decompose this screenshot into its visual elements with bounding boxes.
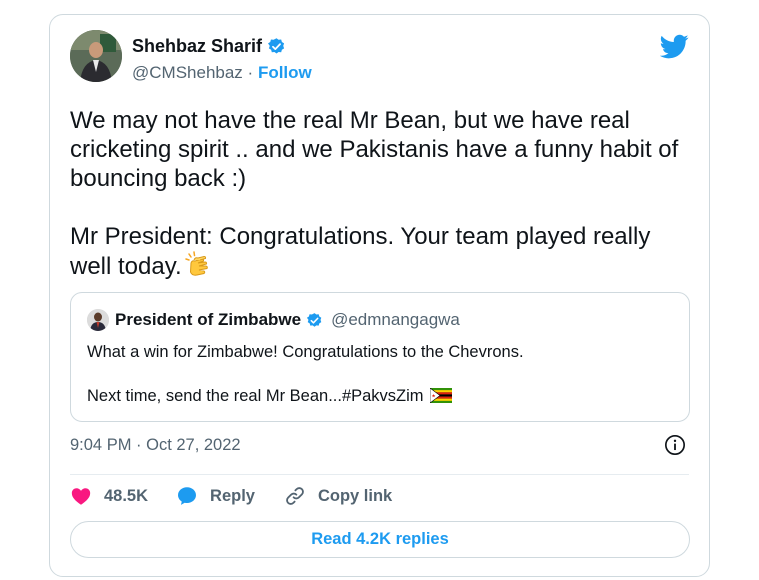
quoted-tweet-text: What a win for Zimbabwe! Congratulations… [87,341,677,407]
reply-button[interactable]: Reply [176,485,255,507]
copy-link-label: Copy link [317,486,393,505]
verified-badge-icon [307,312,322,327]
separator-dot: · [247,63,258,82]
author-name-row: Shehbaz Sharif [132,36,286,57]
reply-label: Reply [210,486,255,505]
info-icon[interactable] [664,434,686,456]
quoted-paragraph: Next time, send the real Mr Bean...#Pakv… [87,385,677,407]
quoted-tweet[interactable]: President of Zimbabwe @edmnangagwa What … [70,292,690,422]
tweet-timestamp[interactable]: 9:04 PM · Oct 27, 2022 [70,436,241,455]
quoted-author-name: President of Zimbabwe [115,310,302,329]
read-replies-button[interactable]: Read 4.2K replies [70,521,690,558]
quoted-paragraph-text: Next time, send the real Mr Bean...#Pakv… [87,387,424,405]
tweet-card: Shehbaz Sharif @CMShehbaz · Follow We ma… [49,14,710,577]
author-name[interactable]: Shehbaz Sharif [132,36,262,57]
tweet-paragraph: Mr President: Congratulations. Your team… [70,222,690,281]
verified-badge-icon [268,38,285,54]
quoted-paragraph: What a win for Zimbabwe! Congratulations… [87,343,524,361]
follow-button[interactable]: Follow [258,63,312,82]
quoted-author-avatar [87,309,109,331]
tweet-paragraph-text: Mr President: Congratulations. Your team… [70,223,651,280]
author-handle-row: @CMShehbaz · Follow [132,63,312,83]
divider [70,474,689,475]
read-replies-label: Read 4.2K replies [311,530,449,548]
tweet-text: We may not have the real Mr Bean, but we… [70,106,690,281]
link-icon [286,487,304,505]
tweet-actions: 48.5K Reply Copy link [70,485,392,507]
tweet-paragraph: We may not have the real Mr Bean, but we… [70,107,679,192]
heart-icon [71,488,91,505]
copy-link-button[interactable]: Copy link [284,485,392,507]
quoted-author-handle: @edmnangagwa [331,310,460,329]
author-avatar[interactable] [70,30,122,82]
reply-bubble-icon [178,487,197,505]
clapping-hands-icon [184,251,208,276]
twitter-bird-icon[interactable] [660,32,689,61]
author-handle[interactable]: @CMShehbaz [132,63,243,82]
zimbabwe-flag-icon [429,388,452,403]
like-count: 48.5K [104,486,149,505]
like-button[interactable]: 48.5K [70,485,148,507]
quoted-tweet-header: President of Zimbabwe @edmnangagwa [87,309,460,331]
